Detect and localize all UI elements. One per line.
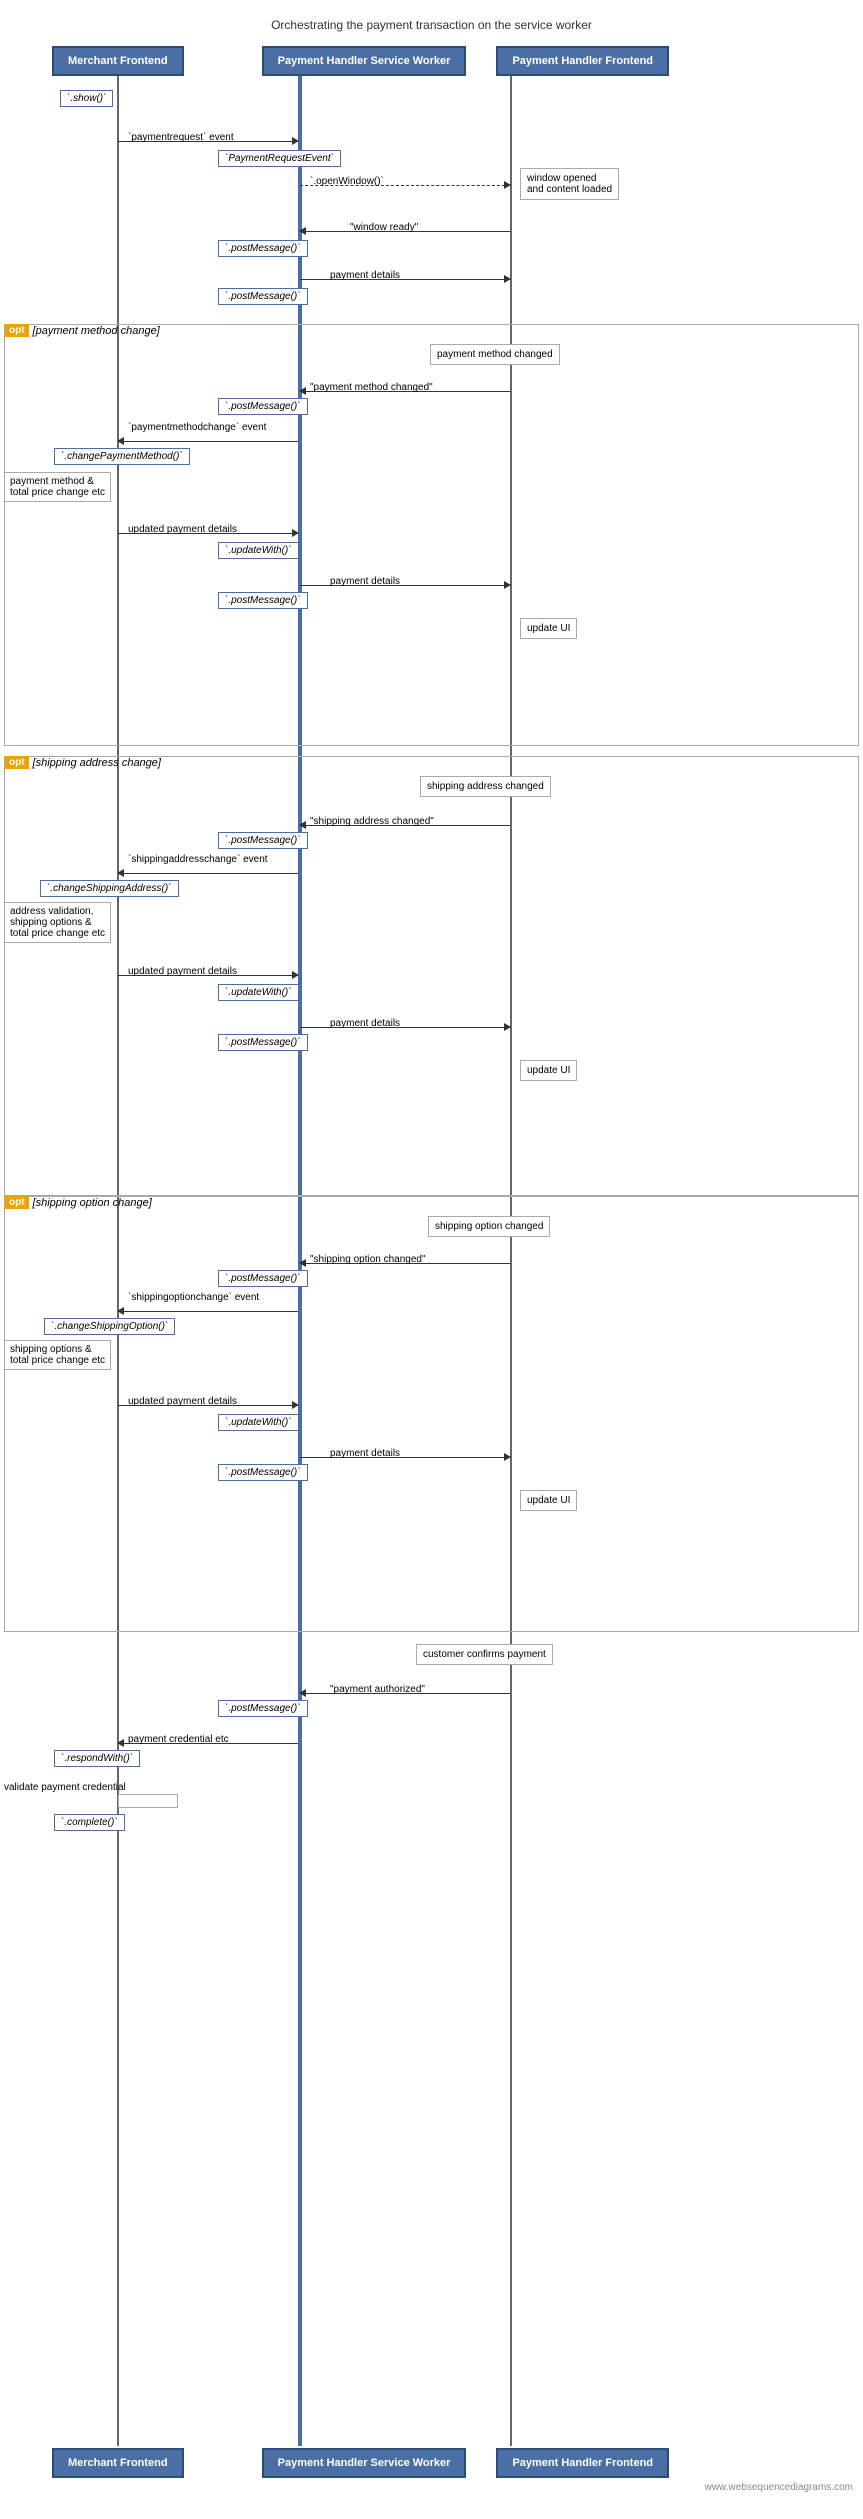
note-update-ui-3: update UI <box>520 1490 577 1511</box>
msg-updated-details-1: updated payment details <box>118 526 298 542</box>
msg-payment-details-1: payment details <box>300 272 510 288</box>
note-customer-confirms: customer confirms payment <box>416 1644 553 1665</box>
opt-shipping-address-label: opt [shipping address change] <box>5 756 161 769</box>
opt-tag-2: opt <box>5 756 29 769</box>
msg-payment-details-opt2: payment details <box>300 1020 510 1036</box>
actor-frontend-header: Payment Handler Frontend <box>496 46 669 76</box>
post-message-4: `.postMessage()` <box>218 592 308 609</box>
msg-payment-details-opt3: payment details <box>300 1450 510 1466</box>
note-shipping-address-changed: shipping address changed <box>420 776 551 797</box>
footer-credit: www.websequencediagrams.com <box>0 2478 863 2497</box>
msg-shipping-address-changed: "shipping address changed" <box>300 818 510 834</box>
msg-openwindow: `.openWindow()` <box>300 178 510 194</box>
msg-payment-authorized: "payment authorized" <box>300 1686 510 1702</box>
payment-request-event-box: `PaymentRequestEvent` <box>218 150 341 167</box>
opt-payment-method-label: opt [payment method change] <box>5 324 160 337</box>
msg-updated-details-2: updated payment details <box>118 968 298 984</box>
msg-shipping-option-changed: "shipping option changed" <box>300 1256 510 1272</box>
post-message-2: `.postMessage()` <box>218 288 308 305</box>
complete-method: `.complete()` <box>54 1814 125 1831</box>
opt-desc-3: [shipping option change] <box>33 1197 152 1209</box>
msg-paymentrequest: `paymentrequest` event <box>118 134 298 150</box>
opt-desc-2: [shipping address change] <box>33 757 161 769</box>
opt-shipping-option-label: opt [shipping option change] <box>5 1196 152 1209</box>
actor-sw-footer: Payment Handler Service Worker <box>262 2448 467 2478</box>
show-method: `.show()` <box>60 90 113 107</box>
post-message-9: `.postMessage()` <box>218 1700 308 1717</box>
post-message-7: `.postMessage()` <box>218 1270 308 1287</box>
update-with-2: `.updateWith()` <box>218 984 299 1001</box>
actor-merchant-footer: Merchant Frontend <box>52 2448 184 2478</box>
post-message-3: `.postMessage()` <box>218 398 308 415</box>
actors-footer: Merchant Frontend Payment Handler Servic… <box>0 2448 863 2478</box>
note-payment-method-total: payment method &total price change etc <box>4 472 111 502</box>
diagram-title: Orchestrating the payment transaction on… <box>0 10 863 46</box>
update-with-3: `.updateWith()` <box>218 1414 299 1431</box>
sequence-area: `.show()` `paymentrequest` event `Paymen… <box>0 76 863 2446</box>
change-payment-method: `.changePaymentMethod()` <box>54 448 190 465</box>
note-payment-method-changed: payment method changed <box>430 344 560 365</box>
post-message-5: `.postMessage()` <box>218 832 308 849</box>
actors-header: Merchant Frontend Payment Handler Servic… <box>0 46 863 76</box>
note-update-ui-1: update UI <box>520 618 577 639</box>
opt-tag-1: opt <box>5 324 29 337</box>
update-with-1: `.updateWith()` <box>218 542 299 559</box>
post-message-8: `.postMessage()` <box>218 1464 308 1481</box>
note-shipping-option-changed: shipping option changed <box>428 1216 550 1237</box>
diagram-container: Orchestrating the payment transaction on… <box>0 0 863 2519</box>
opt-desc-1: [payment method change] <box>33 325 160 337</box>
msg-payment-credential: payment credential etc <box>118 1736 298 1752</box>
respond-with: `.respondWith()` <box>54 1750 140 1767</box>
return-box <box>118 1794 178 1808</box>
msg-payment-method-changed: "payment method changed" <box>300 384 510 400</box>
msg-updated-details-3: updated payment details <box>118 1398 298 1414</box>
change-shipping-option: `.changeShippingOption()` <box>44 1318 175 1335</box>
post-message-6: `.postMessage()` <box>218 1034 308 1051</box>
note-address-validation: address validation,shipping options &tot… <box>4 902 111 943</box>
actor-sw-header: Payment Handler Service Worker <box>262 46 467 76</box>
actor-merchant-header: Merchant Frontend <box>52 46 184 76</box>
post-message-1: `.postMessage()` <box>218 240 308 257</box>
note-update-ui-2: update UI <box>520 1060 577 1081</box>
change-shipping-address: `.changeShippingAddress()` <box>40 880 179 897</box>
actor-frontend-footer: Payment Handler Frontend <box>496 2448 669 2478</box>
note-validate-credential: validate payment credential <box>4 1782 126 1793</box>
opt-tag-3: opt <box>5 1196 29 1209</box>
note-window-opened: window openedand content loaded <box>520 168 619 200</box>
msg-payment-details-opt1: payment details <box>300 578 510 594</box>
msg-window-ready: "window ready" <box>300 224 510 240</box>
note-shipping-options: shipping options &total price change etc <box>4 1340 111 1370</box>
